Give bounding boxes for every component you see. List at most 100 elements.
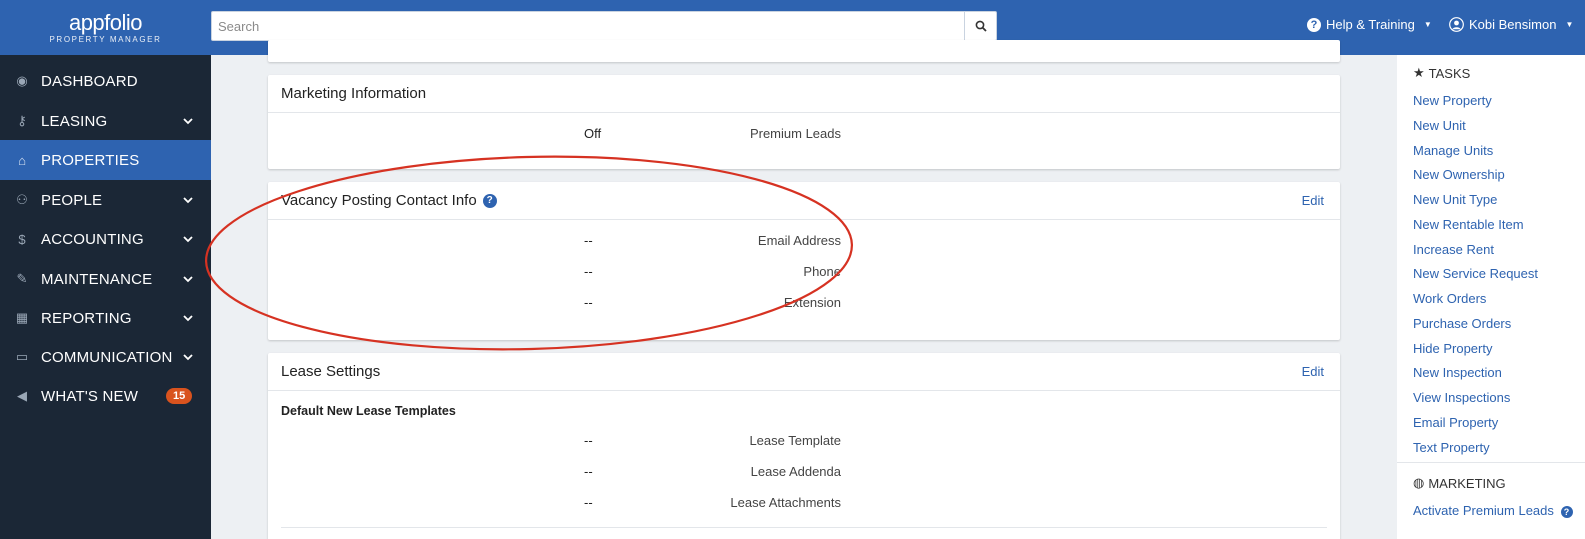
detail-row: Lease Template -- [268, 433, 1340, 453]
detail-row: Lease Addenda -- [268, 464, 1340, 484]
task-link-new-unit[interactable]: New Unit [1413, 118, 1466, 133]
users-icon: ⚇ [16, 192, 28, 207]
lease-template-value: -- [584, 433, 593, 448]
panel-header: Vacancy Posting Contact Info ? Edit [268, 182, 1340, 220]
sidebar-item-label: PEOPLE [41, 191, 103, 209]
marketing-information-panel: Marketing Information Premium Leads Off [268, 75, 1340, 169]
notification-badge: 15 [166, 388, 193, 404]
divider [1397, 462, 1585, 463]
lease-addenda-value: -- [584, 464, 593, 479]
table-icon: ▦ [15, 310, 29, 325]
task-link-email-property[interactable]: Email Property [1413, 415, 1498, 430]
sidebar-item-whats-new[interactable]: ◀ WHAT'S NEW 15 [0, 376, 211, 416]
search-bar [211, 11, 997, 41]
task-link-text-property[interactable]: Text Property [1413, 440, 1490, 455]
chevron-down-icon [183, 196, 193, 203]
premium-leads-label: Premium Leads [749, 126, 841, 141]
marketing-title: MARKETING [1428, 475, 1506, 491]
dollar-icon: $ [18, 231, 26, 247]
detail-row: Premium Leads Off [268, 126, 1340, 146]
premium-leads-value: Off [584, 126, 602, 141]
task-link-new-property[interactable]: New Property [1413, 93, 1492, 108]
phone-label: Phone [803, 264, 841, 279]
detail-row: Phone -- [268, 264, 1340, 284]
sidebar-item-label: REPORTING [41, 309, 132, 327]
detail-row: Lease Attachments -- [268, 495, 1340, 515]
task-link-manage-units[interactable]: Manage Units [1413, 143, 1493, 158]
logo-subtitle: PROPERTY MANAGER [49, 34, 162, 44]
sidebar-item-label: ACCOUNTING [41, 230, 144, 248]
search-input[interactable] [212, 12, 964, 40]
help-circle-icon[interactable]: ? [482, 193, 497, 208]
sidebar-nav: ◉ DASHBOARD ⚷ LEASING ⌂ PROPERTIES ⚇ PEO… [0, 55, 211, 539]
chevron-down-icon [183, 275, 193, 282]
divider [281, 527, 1327, 528]
question-circle-icon: ? [1307, 17, 1321, 32]
task-link-new-ownership[interactable]: New Ownership [1413, 167, 1505, 182]
sidebar-item-maintenance[interactable]: ✎ MAINTENANCE [0, 259, 211, 299]
sidebar-item-leasing[interactable]: ⚷ LEASING [0, 101, 211, 141]
lease-attachments-label: Lease Attachments [730, 495, 841, 510]
star-icon: ★ [1413, 65, 1425, 80]
sidebar-item-properties[interactable]: ⌂ PROPERTIES [0, 140, 211, 180]
sidebar-item-label: MAINTENANCE [41, 270, 153, 288]
task-link-new-inspection[interactable]: New Inspection [1413, 365, 1502, 380]
sidebar-item-label: COMMUNICATION [41, 348, 173, 366]
chevron-down-icon [183, 235, 193, 242]
sidebar-item-communication[interactable]: ▭ COMMUNICATION [0, 337, 211, 377]
inbox-icon: ▭ [15, 349, 29, 364]
user-name: Kobi Bensimon [1469, 17, 1557, 32]
help-circle-icon[interactable]: ? [1560, 506, 1573, 518]
edit-vacancy-contact-link[interactable]: Edit [1302, 193, 1324, 208]
appfolio-logo[interactable]: appfolio PROPERTY MANAGER [0, 0, 211, 55]
sidebar-item-reporting[interactable]: ▦ REPORTING [0, 298, 211, 338]
marketing-heading: ◍ MARKETING [1413, 475, 1506, 491]
user-menu[interactable]: Kobi Bensimon ▼ [1449, 17, 1573, 32]
email-address-value: -- [584, 233, 593, 248]
activate-premium-leads-label: Activate Premium Leads [1413, 503, 1554, 518]
lease-template-label: Lease Template [749, 433, 841, 448]
task-link-hide-property[interactable]: Hide Property [1413, 341, 1492, 356]
phone-value: -- [584, 264, 593, 279]
task-link-new-unit-type[interactable]: New Unit Type [1413, 192, 1497, 207]
help-training-menu[interactable]: ? Help & Training ▼ [1307, 17, 1432, 32]
chevron-down-icon [183, 353, 193, 360]
previous-panel-edge [268, 40, 1340, 62]
lease-settings-panel: Lease Settings Edit Default New Lease Te… [268, 353, 1340, 539]
wrench-icon: ✎ [16, 271, 28, 286]
task-link-work-orders[interactable]: Work Orders [1413, 291, 1486, 306]
tasks-title: TASKS [1428, 65, 1471, 81]
search-icon [975, 20, 987, 32]
tasks-heading: ★ TASKS [1413, 65, 1470, 81]
chevron-down-icon [183, 314, 193, 321]
sidebar-item-label: PROPERTIES [41, 151, 140, 169]
default-lease-templates-heading: Default New Lease Templates [281, 404, 456, 418]
key-icon: ⚷ [17, 113, 27, 128]
task-link-purchase-orders[interactable]: Purchase Orders [1413, 316, 1511, 331]
help-training-label: Help & Training [1326, 17, 1415, 32]
task-link-view-inspections[interactable]: View Inspections [1413, 390, 1510, 405]
sidebar-item-people[interactable]: ⚇ PEOPLE [0, 180, 211, 220]
sidebar-item-accounting[interactable]: $ ACCOUNTING [0, 219, 211, 259]
sidebar-item-label: DASHBOARD [41, 72, 138, 90]
task-link-new-service-request[interactable]: New Service Request [1413, 266, 1538, 281]
chevron-down-icon [183, 117, 193, 124]
lease-addenda-label: Lease Addenda [750, 464, 841, 479]
sidebar-item-dashboard[interactable]: ◉ DASHBOARD [0, 61, 211, 101]
dashboard-icon: ◉ [16, 73, 28, 88]
panel-title: Lease Settings [281, 363, 381, 380]
home-icon: ⌂ [18, 152, 26, 168]
sidebar-item-label: WHAT'S NEW [41, 387, 139, 405]
task-link-increase-rent[interactable]: Increase Rent [1413, 242, 1494, 257]
edit-lease-settings-link[interactable]: Edit [1302, 364, 1324, 379]
sidebar-item-label: LEASING [41, 112, 108, 130]
vacancy-posting-contact-panel: Vacancy Posting Contact Info ? Edit Emai… [268, 182, 1340, 340]
lease-attachments-value: -- [584, 495, 593, 510]
detail-row: Extension -- [268, 295, 1340, 315]
search-button[interactable] [964, 12, 996, 40]
activate-premium-leads-link[interactable]: Activate Premium Leads ? [1413, 503, 1573, 518]
panel-title: Marketing Information [281, 85, 427, 102]
caret-down-icon: ▼ [1423, 20, 1432, 29]
user-circle-icon [1449, 17, 1464, 32]
task-link-new-rentable-item[interactable]: New Rentable Item [1413, 217, 1524, 232]
